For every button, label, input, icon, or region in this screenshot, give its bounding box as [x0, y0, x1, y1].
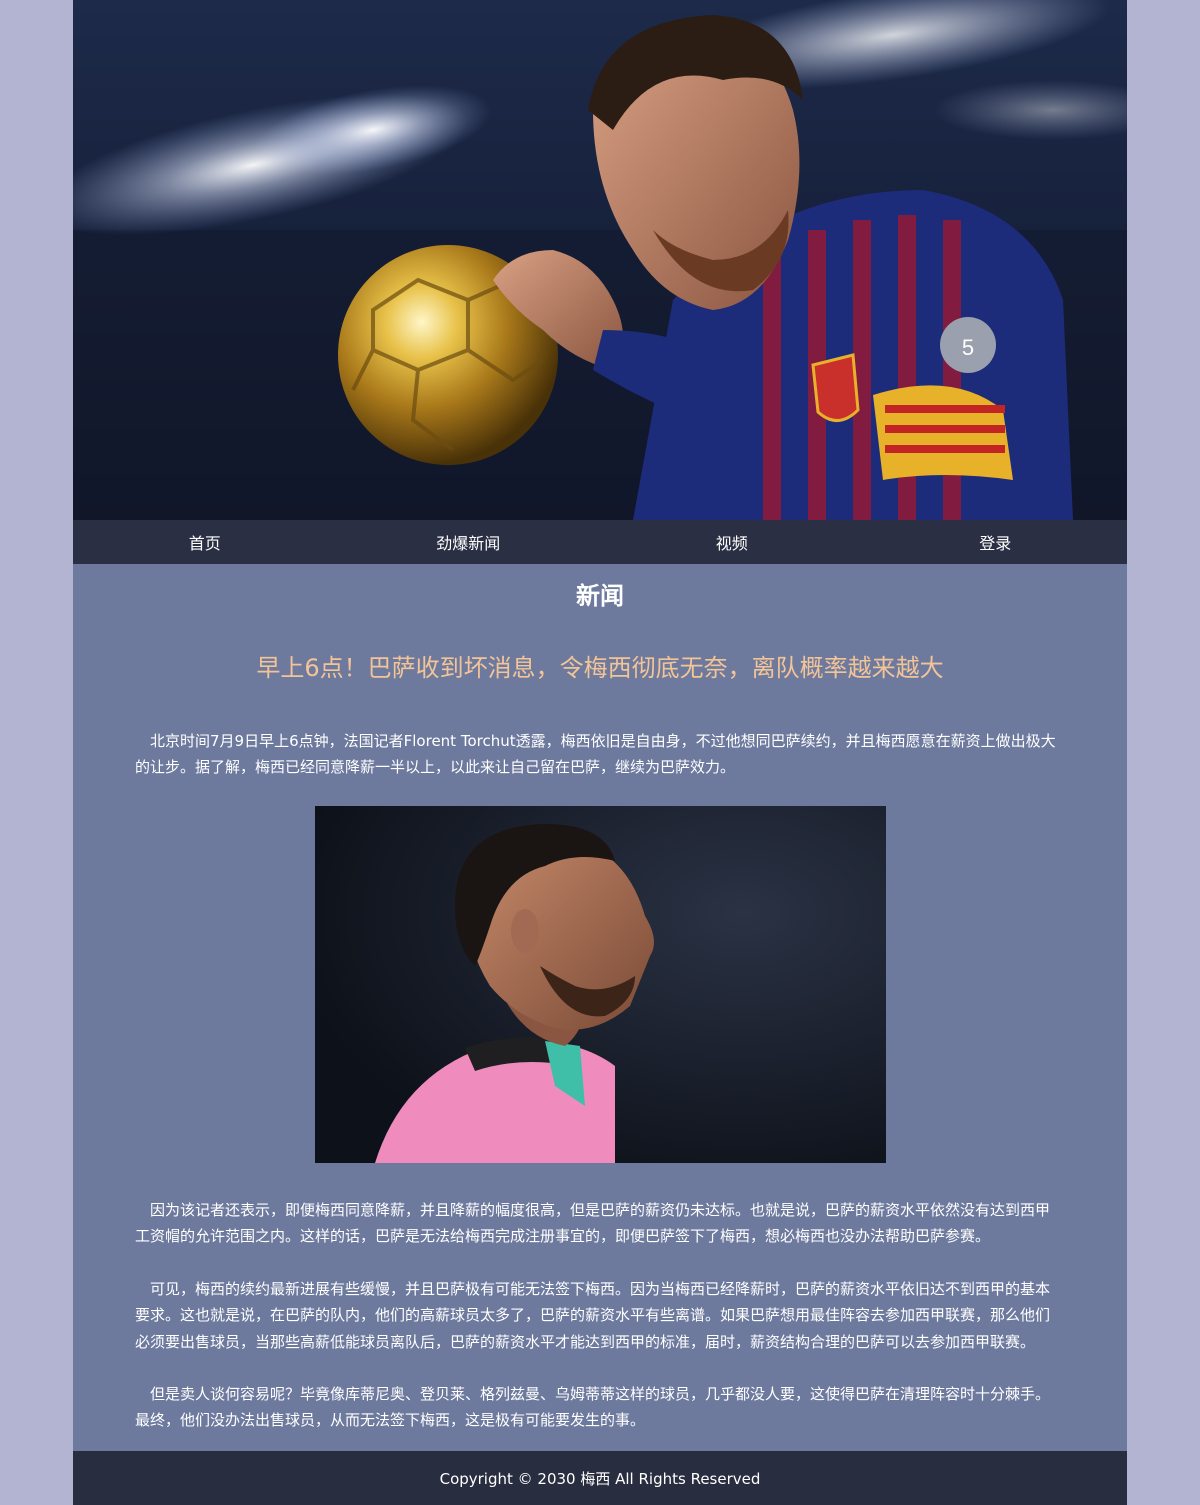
article-paragraph: 但是卖人谈何容易呢？毕竟像库蒂尼奥、登贝莱、格列兹曼、乌姆蒂蒂这样的球员，几乎都…: [135, 1385, 1051, 1430]
hero-banner-image: 5: [73, 0, 1127, 520]
nav-item-video[interactable]: 视频: [600, 520, 864, 564]
footer-copyright: Copyright © 2030 梅西 All Rights Reserved: [73, 1451, 1127, 1505]
page-container: 5 首页 劲爆新闻 视频 登录 新闻 早上6点！巴萨收到坏消息，令梅西彻底无奈，…: [73, 0, 1127, 1505]
nav-item-home[interactable]: 首页: [73, 520, 337, 564]
svg-text:5: 5: [962, 335, 974, 360]
article-paragraph: 北京时间7月9日早上6点钟，法国记者Florent Torchut透露，梅西依旧…: [135, 732, 1056, 777]
nav-item-hot-news[interactable]: 劲爆新闻: [337, 520, 601, 564]
article-paragraph: 因为该记者还表示，即便梅西同意降薪，并且降薪的幅度很高，但是巴萨的薪资仍未达标。…: [135, 1201, 1051, 1246]
section-title: 新闻: [576, 582, 624, 610]
nav-item-login[interactable]: 登录: [864, 520, 1128, 564]
article-paragraph: 可见，梅西的续约最新进展有些缓慢，并且巴萨极有可能无法签下梅西。因为当梅西已经降…: [135, 1280, 1051, 1351]
main-navigation: 首页 劲爆新闻 视频 登录: [73, 520, 1127, 564]
article-headline: 早上6点！巴萨收到坏消息，令梅西彻底无奈，离队概率越来越大: [256, 654, 944, 682]
article-photo: [315, 806, 886, 1163]
